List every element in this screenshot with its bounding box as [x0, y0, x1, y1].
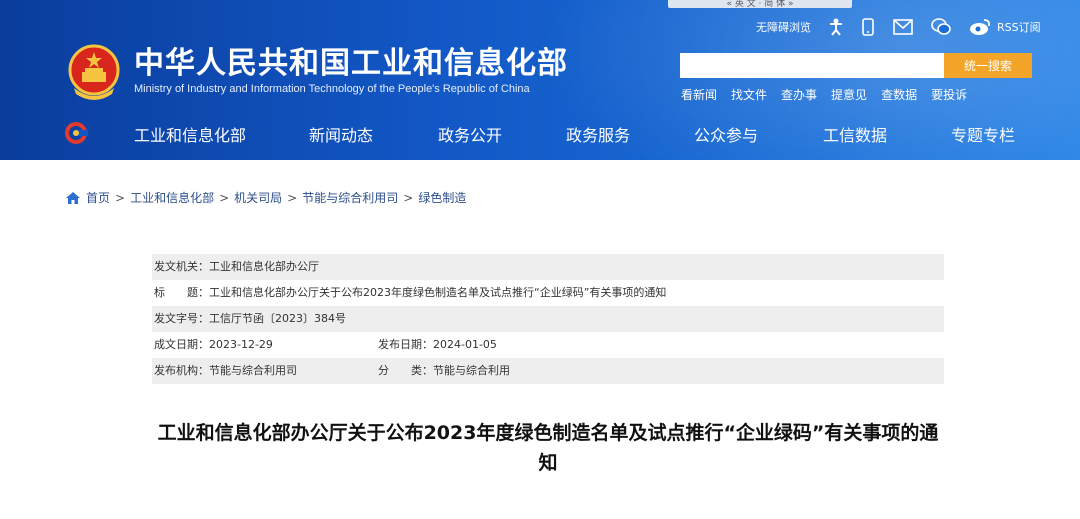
- nav-item-data[interactable]: 工信数据: [823, 122, 887, 146]
- breadcrumb-separator: >: [219, 190, 230, 205]
- breadcrumb-separator: >: [287, 190, 298, 205]
- quick-links: 看新闻 找文件 查办事 提意见 查数据 要投诉: [681, 86, 981, 103]
- breadcrumb-green-manufacturing[interactable]: 绿色制造: [418, 189, 466, 206]
- document-metadata: 发文机关：工业和信息化部办公厅 标 题：工业和信息化部办公厅关于公布2023年度…: [152, 254, 944, 384]
- unified-search-button[interactable]: 统一搜索: [944, 53, 1032, 78]
- quick-link-data[interactable]: 查数据: [881, 86, 917, 103]
- breadcrumb-home[interactable]: 首页: [86, 189, 110, 206]
- meta-row-publisher: 发布机构：节能与综合利用司 分 类：节能与综合利用: [152, 358, 944, 384]
- search-input[interactable]: [680, 53, 944, 78]
- site-subtitle: Ministry of Industry and Information Tec…: [134, 83, 530, 95]
- accessibility-person-icon[interactable]: [829, 18, 843, 36]
- meta-publisher: 发布机构：节能与综合利用司: [154, 364, 297, 377]
- breadcrumb-departments[interactable]: 机关司局: [234, 189, 282, 206]
- home-icon[interactable]: [66, 191, 80, 204]
- meta-row-doc-no: 发文字号：工信厅节函〔2023〕384号: [152, 306, 944, 332]
- meta-row-issuer: 发文机关：工业和信息化部办公厅: [152, 254, 944, 280]
- meta-title: 标 题：工业和信息化部办公厅关于公布2023年度绿色制造名单及试点推行“企业绿码…: [154, 286, 667, 299]
- breadcrumb: 首页 > 工业和信息化部 > 机关司局 > 节能与综合利用司 > 绿色制造: [66, 189, 466, 206]
- accessibility-label: 无障碍浏览: [756, 21, 811, 34]
- ministry-logo-icon[interactable]: [64, 122, 88, 144]
- rss-link[interactable]: RSS订阅: [997, 19, 1041, 35]
- meta-row-title: 标 题：工业和信息化部办公厅关于公布2023年度绿色制造名单及试点推行“企业绿码…: [152, 280, 944, 306]
- breadcrumb-ministry[interactable]: 工业和信息化部: [130, 189, 214, 206]
- national-emblem-icon: [68, 44, 120, 100]
- meta-category: 分 类：节能与综合利用: [378, 364, 510, 377]
- weibo-icon[interactable]: [969, 18, 991, 36]
- quick-link-news[interactable]: 看新闻: [681, 86, 717, 103]
- site-header: « 英 文 · 简 体 » 中华人民共和国工业和信息化部 Ministry of…: [0, 0, 1080, 160]
- document-title: 工业和信息化部办公厅关于公布2023年度绿色制造名单及试点推行“企业绿码”有关事…: [157, 422, 939, 474]
- quick-link-services[interactable]: 查办事: [781, 86, 817, 103]
- rss-label: RSS订阅: [997, 21, 1041, 34]
- language-switch-fragment[interactable]: « 英 文 · 简 体 »: [668, 0, 852, 8]
- utility-bar: 无障碍浏览 RSS订阅: [756, 14, 1059, 40]
- mobile-icon[interactable]: [861, 18, 875, 36]
- main-nav: 工业和信息化部 新闻动态 政务公开 政务服务 公众参与 工信数据 专题专栏: [0, 112, 1080, 156]
- quick-link-feedback[interactable]: 提意见: [831, 86, 867, 103]
- nav-item-government-affairs[interactable]: 政务公开: [438, 122, 502, 146]
- meta-doc-no: 发文字号：工信厅节函〔2023〕384号: [154, 312, 346, 325]
- breadcrumb-separator: >: [403, 190, 414, 205]
- accessibility-link[interactable]: 无障碍浏览: [756, 19, 811, 35]
- breadcrumb-separator: >: [115, 190, 126, 205]
- quick-link-complaint[interactable]: 要投诉: [931, 86, 967, 103]
- wechat-icon[interactable]: [931, 18, 951, 36]
- nav-item-news[interactable]: 新闻动态: [309, 122, 373, 146]
- mail-icon[interactable]: [893, 19, 913, 35]
- nav-item-public-participation[interactable]: 公众参与: [694, 122, 758, 146]
- meta-issuer: 发文机关：工业和信息化部办公厅: [154, 260, 319, 273]
- nav-item-special-topics[interactable]: 专题专栏: [951, 122, 1015, 146]
- meta-publish-date: 发布日期：2024-01-05: [378, 338, 497, 351]
- meta-written-date: 成文日期：2023-12-29: [154, 338, 273, 351]
- breadcrumb-energy-saving-dept[interactable]: 节能与综合利用司: [302, 189, 398, 206]
- meta-row-dates: 成文日期：2023-12-29 发布日期：2024-01-05: [152, 332, 944, 358]
- quick-link-files[interactable]: 找文件: [731, 86, 767, 103]
- site-title[interactable]: 中华人民共和国工业和信息化部: [134, 46, 568, 82]
- nav-item-government-services[interactable]: 政务服务: [566, 122, 630, 146]
- nav-item-ministry[interactable]: 工业和信息化部: [134, 122, 246, 146]
